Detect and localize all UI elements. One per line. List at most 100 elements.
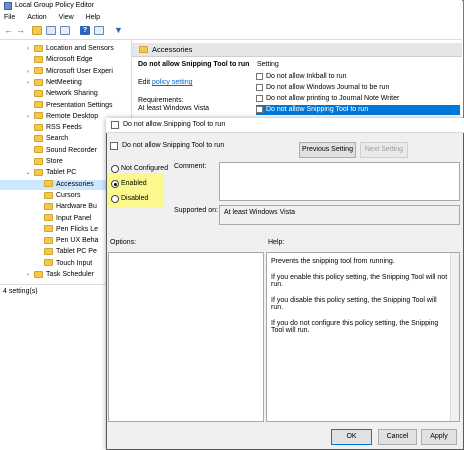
dialog-title-bar: Do not allow Snipping Tool to run [106,118,464,133]
help-text-2: If you enable this policy setting, the S… [271,274,448,288]
expand-arrow-icon[interactable]: › [24,112,32,122]
setting-row[interactable]: Do not allow Inkball to run [256,72,460,82]
tree-item-label: Cursors [56,191,81,199]
expand-arrow-icon[interactable]: › [24,270,32,280]
folder-up-icon[interactable] [32,26,42,35]
options-panel [108,252,264,422]
tree-item[interactable]: › Microsoft User Experi [0,67,131,77]
tree-item-label: Input Panel [56,214,92,222]
requirements-value: At least Windows Vista [138,105,210,112]
properties-icon[interactable] [94,26,104,35]
folder-icon [44,202,53,210]
tree-item-label: Touch Input [56,259,93,267]
policy-name: Do not allow Snipping Tool to run [122,142,225,149]
folder-icon [34,168,43,176]
tree-item-label: Sound Recorder [46,146,97,154]
window-title: Local Group Policy Editor [15,2,94,9]
setting-row[interactable]: Do not allow Snipping Tool to run [256,105,460,115]
tree-item-label: Pen Flicks Le [56,225,99,233]
tree-item-label: Task Scheduler [46,271,94,278]
menu-file[interactable]: File [4,14,15,21]
menu-bar: File Action View Help [0,12,462,23]
folder-icon [44,259,53,267]
menu-help[interactable]: Help [86,14,100,21]
menu-action[interactable]: Action [27,14,46,21]
help-panel: Prevents the snipping tool from running.… [266,252,460,422]
tree-item-label: NetMeeting [46,78,82,86]
help-icon[interactable]: ? [80,26,90,35]
folder-icon [34,123,43,131]
help-text-4: If you do not configure this policy sett… [271,320,439,334]
edit-policy-link[interactable]: policy setting [152,79,192,86]
expand-arrow-icon[interactable]: › [24,67,32,77]
folder-icon [34,55,43,63]
policy-detail-title: Do not allow Snipping Tool to run [138,61,250,68]
dialog-title: Do not allow Snipping Tool to run [123,121,226,128]
policy-setting-icon [256,94,263,102]
setting-row[interactable]: Do not allow printing to Journal Note Wr… [256,94,460,104]
title-bar: Local Group Policy Editor [0,0,462,12]
folder-icon [34,112,43,120]
help-label: Help: [268,239,285,246]
setting-label: Do not allow Windows Journal to be run [266,84,390,91]
folder-icon [34,146,43,154]
tree-item[interactable]: Presentation Settings [0,101,131,111]
folder-icon [34,101,43,109]
next-setting-button[interactable]: Next Setting [360,142,408,158]
policy-setting-icon [256,83,263,91]
show-hide-tree-icon[interactable] [46,26,56,35]
tree-item-label: Pen UX Beha [56,237,99,245]
supported-on-field: At least Windows Vista [219,205,460,225]
setting-row[interactable]: Do not allow Windows Journal to be run [256,83,460,93]
folder-icon [44,180,53,188]
folder-icon [34,67,43,75]
apply-button[interactable]: Apply [421,429,457,445]
help-scrollbar[interactable] [450,253,459,421]
folder-icon [34,44,43,52]
policy-setting-icon [111,121,119,129]
status-text: 4 setting(s) [3,288,38,295]
comment-textarea[interactable] [219,162,460,201]
tree-item[interactable]: Microsoft Edge [0,55,131,65]
radio-disabled[interactable] [111,195,119,203]
settings-column-header[interactable]: Setting [257,61,279,68]
expand-arrow-icon[interactable]: › [24,78,32,88]
radio-enabled[interactable] [111,180,119,188]
folder-icon [34,157,43,165]
expand-arrow-icon[interactable]: ⌄ [24,168,32,178]
category-header: Accessories [132,43,462,57]
radio-disabled-label: Disabled [121,195,149,202]
cancel-button[interactable]: Cancel [378,429,417,445]
tree-item-label: Hardware Bu [56,203,97,211]
folder-icon [44,191,53,199]
help-text-3: If you disable this policy setting, the … [271,297,437,311]
tree-item-label: Tablet PC Pe [56,248,97,256]
folder-icon [34,78,43,86]
back-icon[interactable]: ← [4,26,14,35]
tree-item[interactable]: › NetMeeting [0,78,131,88]
tree-item[interactable]: Network Sharing [0,89,131,99]
folder-icon [139,46,148,53]
tree-item-label: Accessories [56,180,94,188]
export-icon[interactable] [60,26,70,35]
radio-not-configured[interactable] [111,165,119,173]
folder-icon [34,270,43,278]
menu-view[interactable]: View [59,14,74,21]
ok-button[interactable]: OK [331,429,372,445]
previous-setting-button[interactable]: Previous Setting [299,142,356,158]
edit-prefix: Edit [138,79,151,86]
tree-item-label: Tablet PC [46,169,77,177]
filter-icon[interactable]: ▼ [114,26,124,35]
radio-enabled-label: Enabled [121,180,147,187]
app-icon [4,2,12,10]
setting-label: Do not allow Inkball to run [266,73,347,80]
tree-item-label: Location and Sensors [46,45,114,52]
toolbar: ← → ? ▼ [0,23,462,40]
help-text-1: Prevents the snipping tool from running. [271,258,395,265]
folder-icon [44,248,53,256]
forward-icon[interactable]: → [16,26,26,35]
tree-item[interactable]: › Location and Sensors [0,44,131,54]
supported-on-label: Supported on: [174,207,218,214]
tree-item-label: Search [46,135,69,143]
expand-arrow-icon[interactable]: › [24,44,32,54]
